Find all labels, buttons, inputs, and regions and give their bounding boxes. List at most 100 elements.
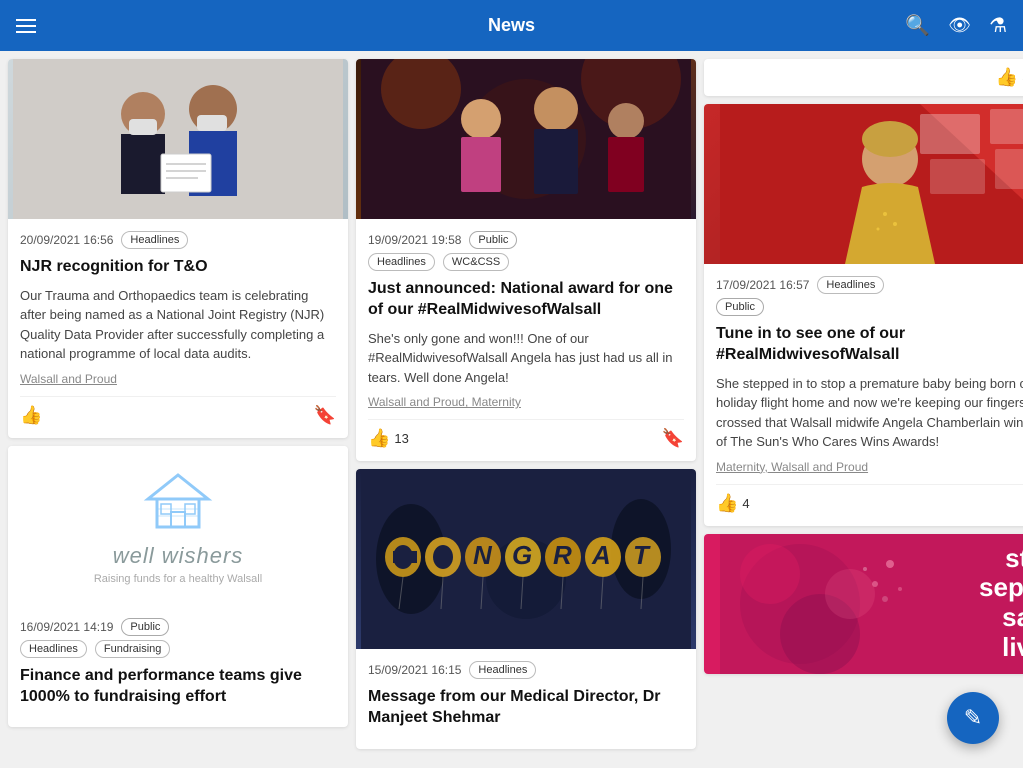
card-national-award: 19/09/2021 19:58 Public Headlines WC&CSS… — [356, 59, 696, 461]
card-image-award — [356, 59, 696, 219]
card-body-medical: 15/09/2021 16:15 Headlines Message from … — [356, 649, 696, 749]
card-title-award: Just announced: National award for one o… — [368, 279, 684, 321]
card-actions-award: 👍 13 — [368, 428, 409, 449]
card-tag-fundraising-wellwishers[interactable]: Fundraising — [95, 640, 170, 658]
wellwishers-subtitle: Raising funds for a healthy Walsall — [94, 573, 262, 585]
card-meta-wellwishers: 16/09/2021 14:19 Public — [20, 618, 336, 636]
sepsis-line4: lives — [979, 633, 1023, 663]
fab-edit-button[interactable]: ✎ — [947, 692, 999, 744]
like-button-njr[interactable]: 👍 — [20, 405, 42, 426]
card-tag-wccss-award[interactable]: WC&CSS — [443, 253, 509, 271]
card-footer-njr: 👍 🔖 — [20, 396, 336, 426]
card-tag-headlines-award[interactable]: Headlines — [368, 253, 435, 271]
card-wellwishers: well wishers Raising funds for a healthy… — [8, 446, 348, 728]
card-tag-public-award[interactable]: Public — [469, 231, 517, 249]
card-date-njr: 20/09/2021 16:56 — [20, 233, 113, 247]
bookmark-button-award[interactable]: 🔖 — [662, 428, 684, 449]
card-footer-award: 👍 13 🔖 — [368, 419, 684, 449]
card-medical-director: N G R A T — [356, 469, 696, 749]
card-actions-partial: 👍 3 — [996, 67, 1023, 88]
card-meta-award: 19/09/2021 19:58 Public — [368, 231, 684, 249]
card-footer-tune-in: 👍 4 🔖 — [716, 484, 1023, 514]
column-2: 19/09/2021 19:58 Public Headlines WC&CSS… — [356, 59, 696, 749]
card-tags-award: Headlines WC&CSS — [368, 253, 684, 271]
svg-text:R: R — [553, 540, 572, 570]
like-count-tune-in: 4 — [742, 496, 749, 511]
card-actions-tune-in: 👍 4 — [716, 493, 750, 514]
page-title: News — [488, 15, 535, 36]
card-meta-njr: 20/09/2021 16:56 Headlines — [20, 231, 336, 249]
card-tag-public-tune-in[interactable]: Public — [716, 298, 764, 316]
svg-text:N: N — [473, 540, 493, 570]
column-1: 20/09/2021 16:56 Headlines NJR recogniti… — [8, 59, 348, 749]
card-image-midwife — [704, 104, 1023, 264]
card-body-award: 19/09/2021 19:58 Public Headlines WC&CSS… — [356, 219, 696, 461]
svg-text:A: A — [591, 540, 611, 570]
header-left — [16, 19, 36, 33]
card-date-medical: 15/09/2021 16:15 — [368, 663, 461, 677]
card-image-wellwishers: well wishers Raising funds for a healthy… — [8, 446, 348, 606]
card-tag-public-wellwishers[interactable]: Public — [121, 618, 169, 636]
sepsis-line3: save — [979, 603, 1023, 633]
card-image-congrats: N G R A T — [356, 469, 696, 649]
card-excerpt-tune-in: She stepped in to stop a premature baby … — [716, 374, 1023, 452]
card-title-njr: NJR recognition for T&O — [20, 257, 336, 278]
thumb-icon-tune-in: 👍 — [716, 493, 738, 514]
header-right: 🔍 👁 ⚗ — [905, 13, 1007, 38]
watch-icon[interactable]: 👁 — [948, 15, 971, 36]
card-date-award: 19/09/2021 19:58 — [368, 233, 461, 247]
like-count-award: 13 — [394, 431, 408, 446]
card-tag-headlines-tune-in[interactable]: Headlines — [817, 276, 884, 294]
thumb-icon-award: 👍 — [368, 428, 390, 449]
sepsis-line2: sepsis — [979, 573, 1023, 603]
card-tag-headlines-medical[interactable]: Headlines — [469, 661, 536, 679]
card-excerpt-njr: Our Trauma and Orthopaedics team is cele… — [20, 286, 336, 364]
card-tag-headlines-wellwishers[interactable]: Headlines — [20, 640, 87, 658]
like-button-tune-in[interactable]: 👍 4 — [716, 493, 750, 514]
hamburger-menu[interactable] — [16, 19, 36, 33]
card-body-njr: 20/09/2021 16:56 Headlines NJR recogniti… — [8, 219, 348, 438]
card-tag-headlines-njr[interactable]: Headlines — [121, 231, 188, 249]
card-meta-medical: 15/09/2021 16:15 Headlines — [368, 661, 684, 679]
card-title-medical: Message from our Medical Director, Dr Ma… — [368, 687, 684, 729]
card-link-tune-in[interactable]: Maternity, Walsall and Proud — [716, 460, 868, 474]
card-links-njr: Walsall and Proud — [20, 372, 336, 386]
card-stop-sepsis: stop sepsis save lives — [704, 534, 1023, 674]
card-links-tune-in: Maternity, Walsall and Proud — [716, 460, 1023, 474]
card-tags-tune-in: Public — [716, 298, 1023, 316]
thumb-icon-njr: 👍 — [20, 405, 42, 426]
filter-icon[interactable]: ⚗ — [989, 13, 1007, 38]
card-meta-tune-in: 17/09/2021 16:57 Headlines — [716, 276, 1023, 294]
card-link-walsall-njr[interactable]: Walsall and Proud — [20, 372, 117, 386]
search-icon[interactable]: 🔍 — [905, 13, 930, 38]
card-body-wellwishers: 16/09/2021 14:19 Public Headlines Fundra… — [8, 606, 348, 728]
svg-text:T: T — [633, 540, 651, 570]
sepsis-line1: stop — [979, 544, 1023, 574]
card-date-wellwishers: 16/09/2021 14:19 — [20, 620, 113, 634]
card-date-tune-in: 17/09/2021 16:57 — [716, 278, 809, 292]
bookmark-button-njr[interactable]: 🔖 — [314, 405, 336, 426]
fab-edit-icon: ✎ — [964, 705, 982, 731]
card-actions-njr: 👍 — [20, 405, 42, 426]
wellwishers-title: well wishers — [113, 543, 244, 569]
card-image-njr — [8, 59, 348, 219]
card-tags-wellwishers: Headlines Fundraising — [20, 640, 336, 658]
card-link-award[interactable]: Walsall and Proud, Maternity — [368, 395, 521, 409]
svg-text:G: G — [512, 540, 532, 570]
column-3: 👍 3 🔖 — [704, 59, 1023, 749]
card-title-wellwishers: Finance and performance teams give 1000%… — [20, 666, 336, 708]
card-excerpt-award: She's only gone and won!!! One of our #R… — [368, 329, 684, 388]
thumb-icon-partial: 👍 — [996, 67, 1018, 88]
app-header: News 🔍 👁 ⚗ — [0, 0, 1023, 51]
card-links-award: Walsall and Proud, Maternity — [368, 395, 684, 409]
card-njr-recognition: 20/09/2021 16:56 Headlines NJR recogniti… — [8, 59, 348, 438]
card-partial-top: 👍 3 🔖 — [704, 59, 1023, 96]
sepsis-text: stop sepsis save lives — [979, 544, 1023, 664]
like-button-award[interactable]: 👍 13 — [368, 428, 409, 449]
card-tune-in: 17/09/2021 16:57 Headlines Public Tune i… — [704, 104, 1023, 526]
like-button-partial[interactable]: 👍 3 — [996, 67, 1023, 88]
card-body-tune-in: 17/09/2021 16:57 Headlines Public Tune i… — [704, 264, 1023, 526]
card-title-tune-in: Tune in to see one of our #RealMidwiveso… — [716, 324, 1023, 366]
card-image-sepsis: stop sepsis save lives — [704, 534, 1023, 674]
news-grid: 20/09/2021 16:56 Headlines NJR recogniti… — [0, 51, 1023, 757]
